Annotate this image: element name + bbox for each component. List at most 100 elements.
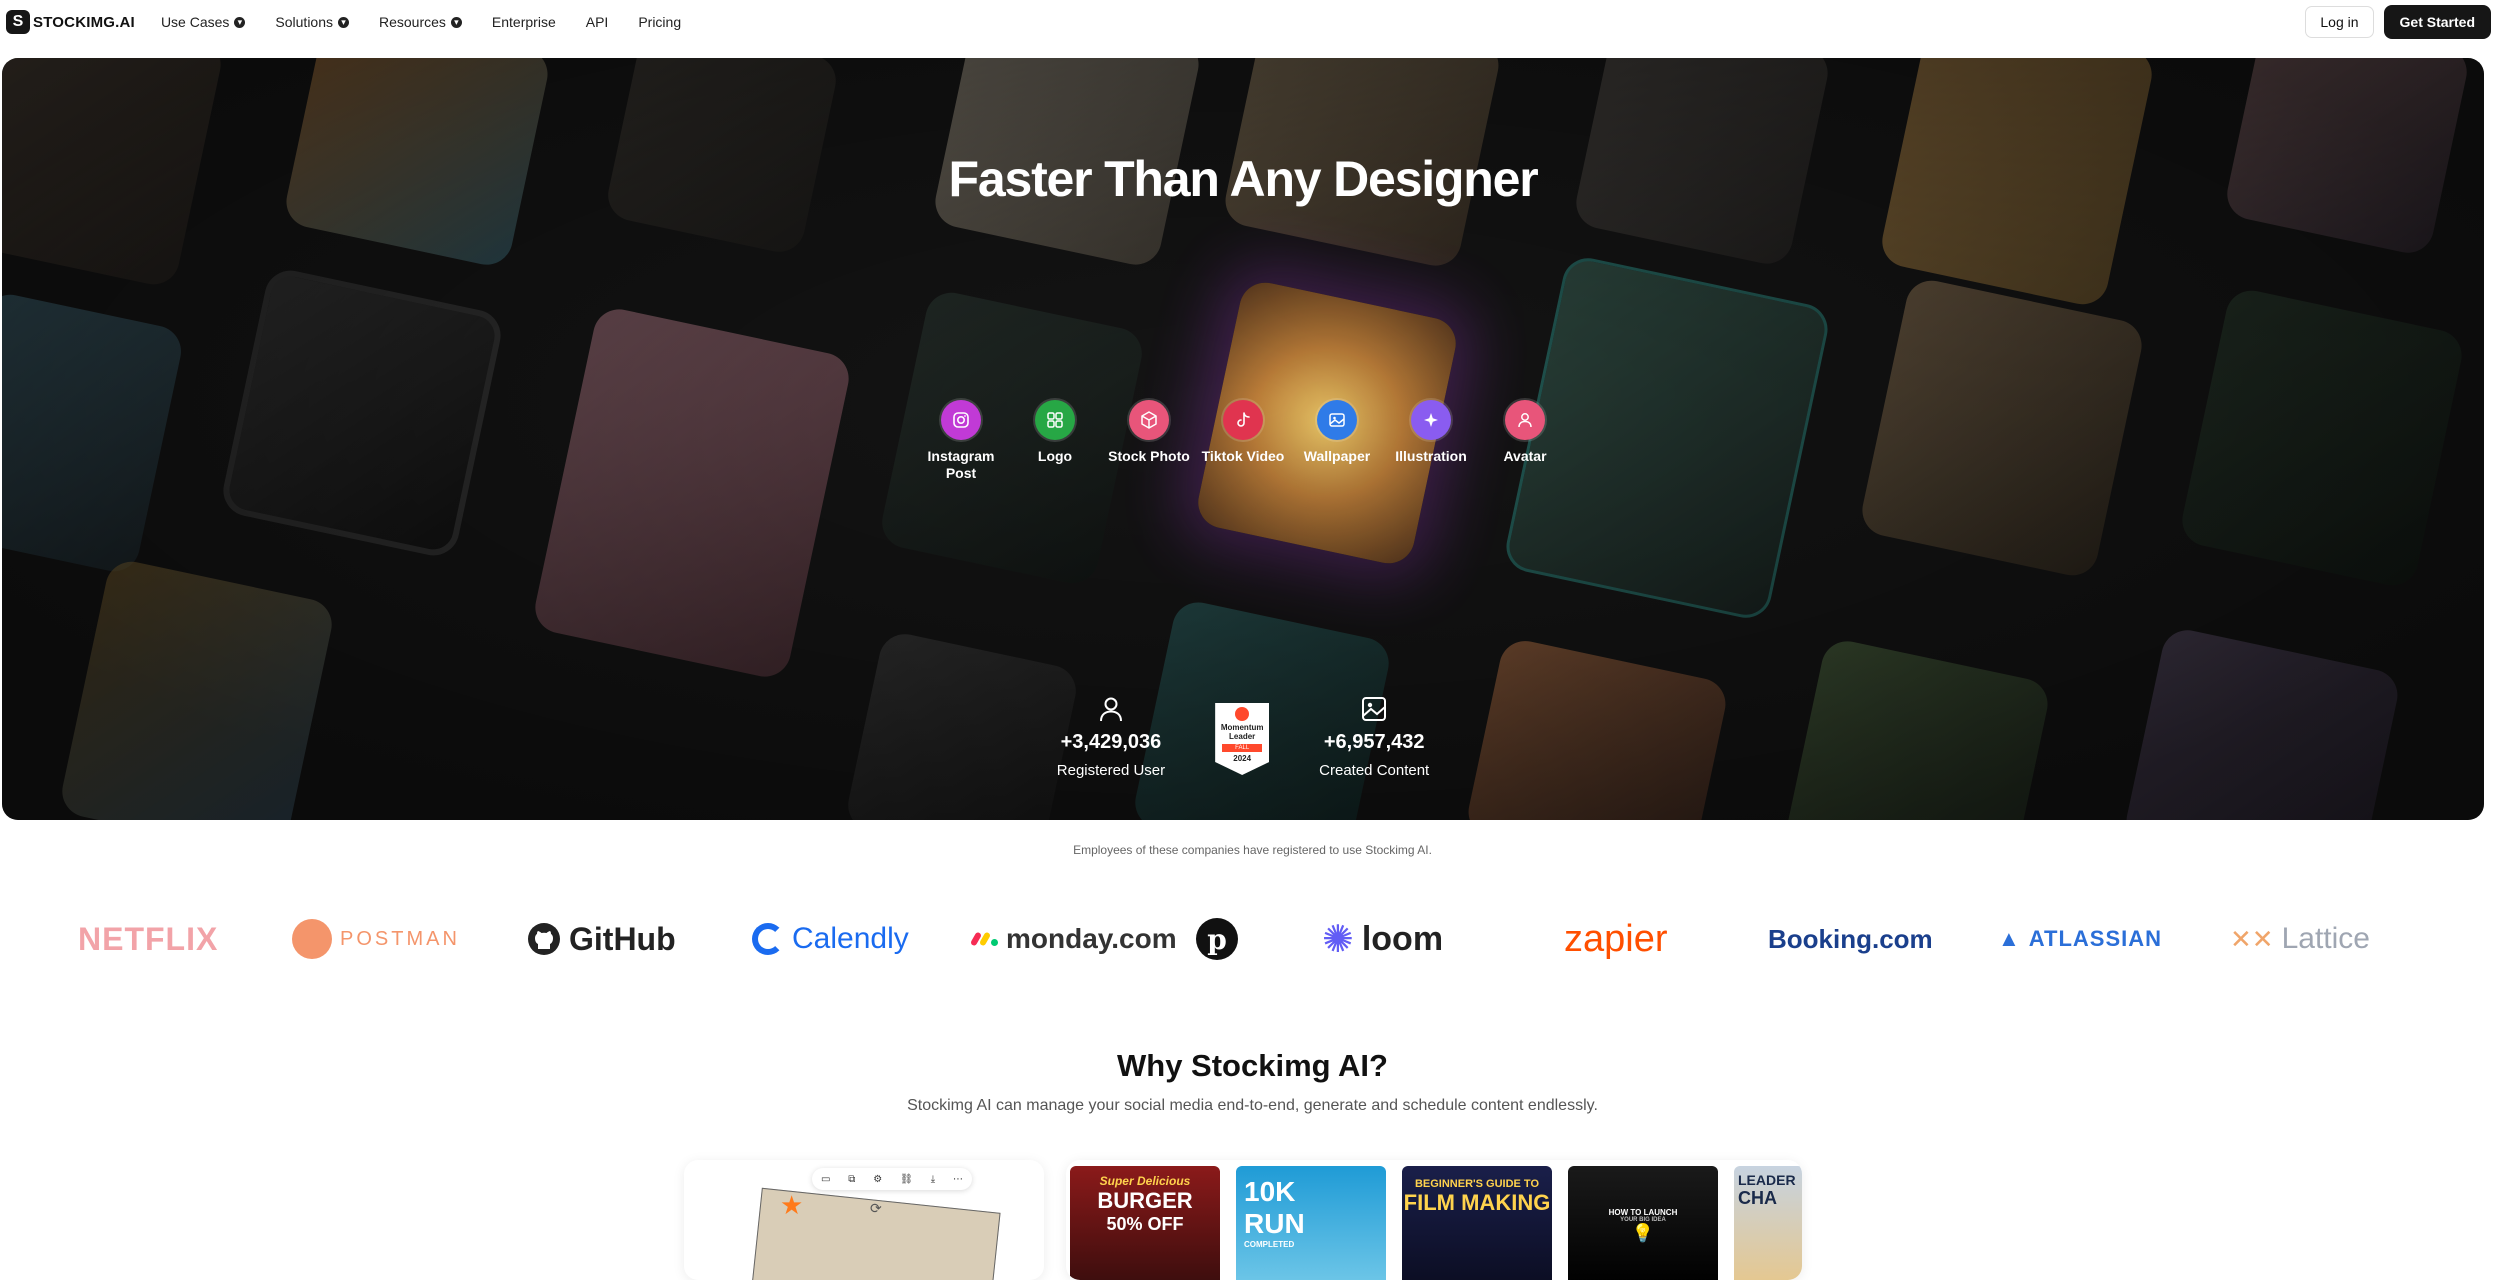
why-subtitle: Stockimg AI can manage your social media… [907,1097,1598,1114]
template-thumb[interactable]: 10K RUN COMPLETED [1236,1166,1386,1280]
hero-stats: +3,429,036 Registered User Momentum Lead… [2,695,2484,779]
nav-use-cases[interactable]: Use Cases ▾ [160,14,246,30]
more-icon[interactable]: ⋯ [953,1174,963,1185]
monday-mark-icon [969,931,998,947]
brand-name: Booking.com [1768,923,1933,954]
toolbar-icon[interactable]: ▭ [821,1174,830,1185]
stat-value: +6,957,432 [1323,731,1425,753]
stat-label: Registered User [1056,762,1166,779]
brand-name: GitHub [569,920,676,957]
toolbar-icon[interactable]: ⛓ [900,1174,913,1185]
g2-logo-icon [1235,707,1250,721]
nav-resources-label: Resources [379,14,446,30]
g2-momentum-badge: Momentum Leader FALL 2024 [1215,703,1270,775]
badge-text: Momentum Leader [1220,723,1264,741]
loom-logo: ✺ loom [1322,917,1443,962]
box-icon [1129,400,1169,440]
nav-solutions[interactable]: Solutions ▾ [275,14,349,30]
atlassian-logo: ▲ ATLASSIAN [1998,926,2162,952]
nav-use-cases-label: Use Cases [160,14,230,30]
category-label: Stock Photo [1108,448,1190,464]
postman-mark-icon [292,919,332,959]
brand-name: Calendly [792,922,909,955]
template-thumb[interactable]: LEADER CHA [1734,1166,1802,1280]
tiktok-icon [1223,400,1263,440]
badge-season: FALL [1222,744,1263,752]
nav-api-label: API [585,14,609,30]
thumb-line: 10K [1244,1176,1296,1207]
lattice-mark-icon: ✕✕ [2230,923,2274,954]
thumb-line: RUN [1244,1208,1305,1239]
stat-label: Created Content [1319,762,1430,779]
template-thumb[interactable]: BEGINNER'S GUIDE TO FILM MAKING [1402,1166,1552,1280]
nav-enterprise-label: Enterprise [491,14,556,30]
thumb-line: LEADER [1738,1172,1796,1188]
get-started-button[interactable]: Get Started [2383,5,2491,39]
thumb-line: FILM MAKING [1403,1190,1551,1215]
calendly-mark-icon [752,923,784,955]
category-label: Illustration [1395,448,1467,464]
nav-pricing[interactable]: Pricing [638,14,681,30]
template-thumb[interactable]: Super Delicious BURGER 50% OFF [1070,1166,1220,1280]
logo-text: STOCKIMG.AI [33,13,135,31]
hero-section: Faster Than Any Designer Instagram Post … [2,58,2484,820]
toolbar-icon[interactable]: ⚙ [873,1174,882,1185]
nav-pricing-label: Pricing [638,14,682,30]
user-icon [1099,697,1122,722]
sparkle-icon [1411,400,1451,440]
lightbulb-icon: 💡 [1631,1223,1655,1243]
category-label: Logo [1037,448,1073,464]
chevron-down-icon: ▾ [450,16,462,28]
category-label: Avatar [1503,448,1547,464]
monday-logo: monday.com [969,923,1177,955]
category-label: Wallpaper [1303,448,1371,464]
stat-created-content: +6,957,432 Created Content [1319,695,1429,779]
thumb-line: BEGINNER'S GUIDE TO [1414,1178,1540,1190]
category-tiktok-video[interactable]: Tiktok Video [1196,400,1290,482]
loom-mark-icon: ✺ [1322,918,1354,961]
brand-logo[interactable]: S STOCKIMG.AI [6,10,135,34]
brand-name: loom [1361,919,1444,958]
lattice-logo: ✕✕ Lattice [2230,922,2370,956]
instagram-icon [941,400,981,440]
thumb-line: CHA [1738,1188,1777,1208]
toolbar-icon[interactable]: ⤓ [931,1174,935,1185]
toolbar-icon[interactable]: ⧉ [848,1174,855,1185]
brand-name: zapier [1564,917,1668,960]
nav-api[interactable]: API [586,14,609,30]
category-instagram-post[interactable]: Instagram Post [914,400,1008,482]
image-icon [1362,697,1387,721]
thumb-line: Super Delicious [1099,1174,1191,1188]
why-title: Why Stockimg AI? [1117,1048,1388,1083]
github-icon [528,923,560,955]
nav-enterprise[interactable]: Enterprise [492,14,556,30]
pinterest-icon: p [1196,918,1238,960]
editor-toolbar: ▭ ⧉ ⚙ ⛓ ⤓ ⋯ [812,1168,972,1190]
login-button[interactable]: Log in [2305,6,2374,38]
companies-note: Employees of these companies have regist… [1073,843,1432,857]
brand-name: monday.com [1006,923,1177,954]
nav-solutions-label: Solutions [275,14,333,30]
logo-mark-icon: S [6,10,30,34]
category-label: Instagram Post [927,448,995,481]
template-thumb[interactable]: HOW TO LAUNCH YOUR BIG IDEA 💡 [1568,1166,1718,1280]
category-avatar[interactable]: Avatar [1478,400,1572,482]
image-icon [1317,400,1357,440]
hero-title: Faster Than Any Designer [948,151,1539,207]
category-logo[interactable]: Logo [1008,400,1102,482]
atlassian-mark-icon: ▲ [1998,926,2021,951]
star-icon: ★ [780,1190,804,1220]
category-label: Tiktok Video [1201,448,1285,464]
category-illustration[interactable]: Illustration [1384,400,1478,482]
rotate-icon[interactable]: ⟳ [870,1200,882,1217]
thumb-line: COMPLETED [1244,1240,1295,1249]
nav-resources[interactable]: Resources ▾ [379,14,462,30]
pinterest-logo: p [1196,918,1238,960]
category-stock-photo[interactable]: Stock Photo [1102,400,1196,482]
brand-name: NETFLIX [78,920,219,957]
netflix-logo: NETFLIX [78,921,218,958]
zapier-logo: zapier [1564,918,1668,961]
brand-name: POSTMAN [340,927,460,950]
category-wallpaper[interactable]: Wallpaper [1290,400,1384,482]
grid-icon [1035,400,1075,440]
